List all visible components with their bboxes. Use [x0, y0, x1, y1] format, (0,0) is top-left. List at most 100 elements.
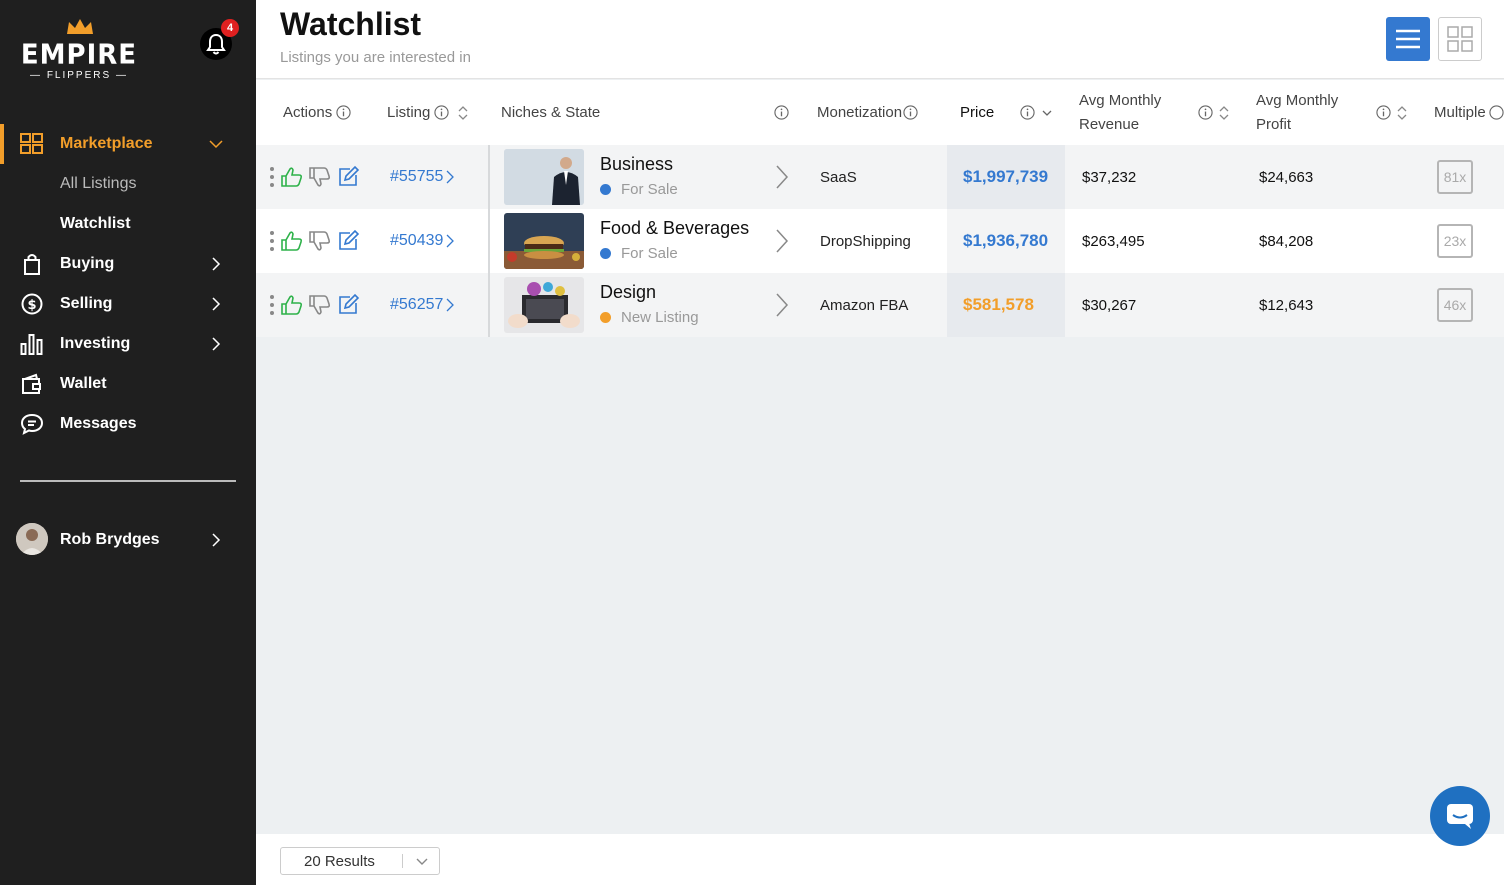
info-icon[interactable]	[1020, 105, 1035, 120]
table-row[interactable]: #56257 Design New Listing Amazon FBA $58…	[256, 273, 1504, 337]
info-icon[interactable]	[336, 105, 351, 120]
edit-icon[interactable]	[336, 229, 360, 253]
column-avg-monthly-revenue[interactable]: Avg Monthly Revenue	[1079, 80, 1161, 145]
table-row[interactable]: #50439 Food & Beverages For Sale DropShi…	[256, 209, 1504, 273]
sidebar-item-label: Buying	[60, 255, 115, 272]
listing-link[interactable]: #55755	[390, 145, 455, 209]
chevron-right-icon	[212, 257, 221, 271]
avg-monthly-profit: $84,208	[1259, 232, 1314, 250]
expand-row-button[interactable]	[774, 145, 790, 209]
column-monetization: Monetization	[817, 80, 918, 145]
chevron-right-icon	[776, 165, 789, 189]
listing-thumbnail[interactable]	[504, 149, 584, 205]
multiple-badge: 81x	[1437, 160, 1473, 194]
info-icon[interactable]	[774, 105, 789, 120]
column-niches-state: Niches & State	[501, 103, 601, 121]
thumbs-down-icon[interactable]	[308, 293, 332, 317]
page-header: Watchlist Listings you are interested in	[256, 0, 1504, 79]
user-name: Rob Brydges	[60, 531, 160, 548]
sort-icon[interactable]	[457, 105, 469, 121]
status-dot	[600, 312, 611, 323]
sidebar-item-investing[interactable]: Investing	[0, 324, 256, 364]
niche-name: Food & Beverages	[600, 218, 750, 238]
row-actions	[268, 145, 360, 209]
sidebar-item-buying[interactable]: Buying	[0, 244, 256, 284]
expand-row-button[interactable]	[774, 273, 790, 337]
chat-icon	[1447, 804, 1473, 829]
info-icon[interactable]	[1198, 105, 1213, 120]
avg-monthly-revenue: $30,267	[1082, 296, 1137, 314]
sort-icon[interactable]	[1396, 105, 1408, 121]
monetization: SaaS	[820, 168, 857, 186]
row-actions	[268, 209, 360, 273]
bell-icon	[206, 33, 226, 55]
column-price[interactable]: Price	[960, 80, 1053, 145]
edit-icon[interactable]	[336, 165, 360, 189]
avg-monthly-profit: $12,643	[1259, 296, 1314, 314]
row-separator	[488, 145, 490, 209]
sort-desc-icon[interactable]	[1041, 105, 1053, 121]
brand-tagline: — FLIPPERS —	[30, 70, 128, 81]
sidebar-subitem-watchlist[interactable]: Watchlist	[0, 204, 256, 244]
avg-monthly-revenue: $37,232	[1082, 168, 1137, 186]
page-title: Watchlist	[280, 6, 422, 42]
grid-view-button[interactable]	[1438, 17, 1482, 61]
info-icon[interactable]	[1489, 105, 1504, 120]
svg-text:$: $	[27, 298, 36, 313]
listing-link[interactable]: #56257	[390, 273, 455, 337]
avg-monthly-revenue: $263,495	[1082, 232, 1145, 250]
avg-monthly-profit: $24,663	[1259, 168, 1314, 186]
sidebar-item-label: Investing	[60, 335, 131, 352]
info-icon[interactable]	[1376, 105, 1391, 120]
more-options-icon[interactable]	[268, 165, 276, 189]
sort-icon[interactable]	[1218, 105, 1230, 121]
sidebar-item-marketplace[interactable]: Marketplace	[0, 124, 256, 164]
brand-name: EMPIRE	[20, 39, 138, 71]
listing-thumbnail[interactable]	[504, 277, 584, 333]
info-icon[interactable]	[434, 105, 449, 120]
table-row[interactable]: #55755 Business For Sale SaaS $1,997,739…	[256, 145, 1504, 209]
sidebar-nav: Marketplace All Listings Watchlist Buyin…	[0, 124, 256, 444]
status-dot	[600, 248, 611, 259]
status-dot	[600, 184, 611, 195]
thumbs-down-icon[interactable]	[308, 165, 332, 189]
user-menu[interactable]: Rob Brydges	[0, 520, 256, 560]
edit-icon[interactable]	[336, 293, 360, 317]
list-view-button[interactable]	[1386, 17, 1430, 61]
column-multiple[interactable]: Multiple	[1434, 80, 1504, 145]
bar-chart-icon	[20, 334, 43, 355]
sidebar-item-label: Wallet	[60, 375, 107, 392]
chat-bubble-icon	[20, 413, 44, 435]
chevron-right-icon	[446, 170, 455, 184]
chevron-down-icon	[416, 858, 428, 865]
chevron-right-icon	[212, 337, 221, 351]
listing-link[interactable]: #50439	[390, 209, 455, 273]
listing-state: For Sale	[600, 181, 678, 198]
column-avg-monthly-profit[interactable]: Avg Monthly Profit	[1256, 80, 1338, 145]
listing-thumbnail[interactable]	[504, 213, 584, 269]
thumbs-up-icon[interactable]	[280, 293, 304, 317]
sidebar-item-messages[interactable]: Messages	[0, 404, 256, 444]
sidebar-subitem-all-listings[interactable]: All Listings	[0, 164, 256, 204]
sidebar-item-wallet[interactable]: Wallet	[0, 364, 256, 404]
thumbs-up-icon[interactable]	[280, 165, 304, 189]
sidebar-item-selling[interactable]: $ Selling	[0, 284, 256, 324]
more-options-icon[interactable]	[268, 229, 276, 253]
avatar	[16, 523, 48, 555]
notification-count-badge: 4	[221, 19, 239, 37]
more-options-icon[interactable]	[268, 293, 276, 317]
live-chat-button[interactable]	[1430, 786, 1490, 846]
info-icon[interactable]	[903, 105, 918, 120]
empire-flippers-logo[interactable]: EMPIRE — FLIPPERS —	[20, 18, 138, 84]
column-listing[interactable]: Listing	[387, 80, 469, 145]
chevron-right-icon	[776, 229, 789, 253]
results-per-page-select[interactable]: 20 Results	[280, 847, 440, 875]
thumbs-down-icon[interactable]	[308, 229, 332, 253]
page-subtitle: Listings you are interested in	[280, 49, 471, 66]
column-revenue-controls	[1194, 80, 1230, 145]
thumbs-up-icon[interactable]	[280, 229, 304, 253]
expand-row-button[interactable]	[774, 209, 790, 273]
price: $1,997,739	[947, 145, 1065, 209]
price: $1,936,780	[947, 209, 1065, 273]
row-actions	[268, 273, 360, 337]
